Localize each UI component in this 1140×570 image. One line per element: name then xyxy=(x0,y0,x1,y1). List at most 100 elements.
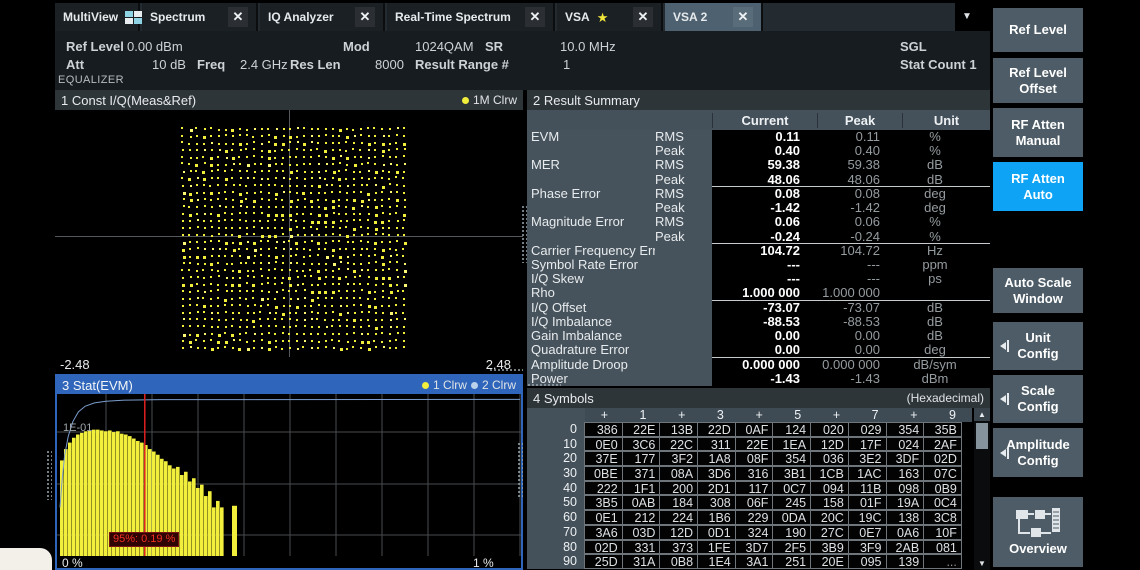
constellation-point xyxy=(309,255,311,257)
scroll-up-icon[interactable]: ▲ xyxy=(974,408,990,421)
scrollbar-thumb[interactable] xyxy=(976,423,988,449)
constellation-point xyxy=(340,261,342,263)
constellation-plot[interactable] xyxy=(55,110,523,357)
trace2-label: 2 Clrw xyxy=(482,378,516,392)
tab-overflow-chevron-down-icon[interactable]: ▼ xyxy=(962,11,972,22)
constellation-point xyxy=(289,178,291,180)
constellation-point xyxy=(219,149,221,151)
constellation-point xyxy=(374,291,376,293)
constellation-point xyxy=(345,178,347,180)
splitter-handle[interactable] xyxy=(521,205,527,263)
constellation-point xyxy=(295,312,297,314)
constellation-point xyxy=(404,318,406,320)
splitter-handle[interactable] xyxy=(489,368,523,373)
constellation-point xyxy=(333,347,335,349)
softkey-overview[interactable]: Overview xyxy=(993,497,1083,567)
constellation-point xyxy=(396,134,398,136)
constellation-point xyxy=(324,305,326,307)
constellation-point xyxy=(197,276,199,278)
constellation-point xyxy=(310,275,312,277)
field-value-freq: 2.4 GHz xyxy=(240,57,288,72)
softkey-ref-level-offset[interactable]: Ref LevelOffset xyxy=(993,58,1083,103)
tab-multiview[interactable]: MultiView xyxy=(55,3,140,31)
symbol-cell: 158 xyxy=(810,495,849,510)
constellation-point xyxy=(368,348,371,351)
symbols-row-40: 402221F12002D11170C709411B0980B9 xyxy=(527,481,974,496)
softkey-scale-config[interactable]: ScaleConfig xyxy=(993,375,1083,423)
symbol-cell: 184 xyxy=(659,495,698,510)
constellation-point xyxy=(224,212,226,214)
constellation-point xyxy=(252,270,254,272)
symbol-cell: 190 xyxy=(772,525,811,540)
constellation-point xyxy=(240,177,242,179)
constellation-point xyxy=(368,255,370,257)
constellation-point xyxy=(332,163,334,165)
constellation-point xyxy=(210,263,213,266)
constellation-point xyxy=(189,291,191,293)
constellation-point xyxy=(361,200,364,203)
constellation-point xyxy=(396,205,398,207)
constellation-point xyxy=(381,191,383,193)
tab-real-time-spectrum[interactable]: Real-Time Spectrum✕ xyxy=(387,3,555,31)
field-label-mod: Mod xyxy=(343,39,370,54)
constellation-point xyxy=(274,136,277,139)
constellation-point xyxy=(189,304,191,306)
constellation-point xyxy=(332,142,334,144)
constellation-point xyxy=(282,313,285,316)
softkey-ref-level[interactable]: Ref Level xyxy=(993,8,1083,52)
constellation-point xyxy=(197,290,199,292)
constellation-point xyxy=(245,212,247,214)
tab-close-icon[interactable]: ✕ xyxy=(525,7,545,27)
constellation-point xyxy=(203,311,205,313)
constellation-point xyxy=(253,233,255,235)
constellation-point xyxy=(325,142,327,144)
constellation-point xyxy=(354,276,356,278)
symbol-cell: 11B xyxy=(848,481,887,496)
symbols-scrollbar[interactable]: ▲ ▼ xyxy=(974,408,990,570)
constellation-point xyxy=(366,248,368,250)
tab-close-icon[interactable]: ✕ xyxy=(733,7,753,27)
symbols-row-30: 300BE37108A3D63163B11CB1AC16307C xyxy=(527,466,974,481)
tab-close-icon[interactable]: ✕ xyxy=(633,7,653,27)
symbols-col-header: 3 xyxy=(701,408,740,422)
splitter-handle[interactable] xyxy=(527,383,561,388)
constellation-point xyxy=(282,255,284,257)
constellation-point xyxy=(403,143,406,146)
tab-spectrum[interactable]: Spectrum✕ xyxy=(142,3,258,31)
constellation-point xyxy=(317,312,319,314)
tab-iq-analyzer[interactable]: IQ Analyzer✕ xyxy=(260,3,385,31)
constellation-point xyxy=(252,136,254,138)
tab-close-icon[interactable]: ✕ xyxy=(355,7,375,27)
constellation-point xyxy=(282,233,284,235)
current-value: --- xyxy=(712,258,800,272)
tab-vsa-2[interactable]: VSA 2✕ xyxy=(665,3,763,31)
softkey-rf-atten-auto[interactable]: RF AttenAuto xyxy=(993,162,1083,211)
constellation-point xyxy=(210,290,212,292)
softkey-amplitude-config[interactable]: AmplitudeConfig xyxy=(993,428,1083,477)
constellation-point xyxy=(181,156,183,158)
percentile-marker-label: 95%: 0.19 % xyxy=(109,532,179,547)
constellation-point xyxy=(261,212,263,214)
constellation-point xyxy=(375,192,377,194)
constellation-point xyxy=(318,234,320,236)
constellation-point xyxy=(253,340,255,342)
constellation-point xyxy=(332,333,334,335)
constellation-point xyxy=(367,298,369,300)
constellation-point xyxy=(246,192,248,194)
constellation-point xyxy=(239,333,241,335)
splitter-handle[interactable] xyxy=(517,442,523,498)
softkey-auto-scale-window[interactable]: Auto ScaleWindow xyxy=(993,268,1083,313)
evm-histogram-plot[interactable]: 1E-01 95%: 0.19 % xyxy=(57,394,521,556)
scroll-down-icon[interactable]: ▼ xyxy=(974,557,990,569)
tab-close-icon[interactable]: ✕ xyxy=(228,7,248,27)
current-value: -1.42 xyxy=(712,201,800,215)
constellation-point xyxy=(374,242,377,245)
softkey-unit-config[interactable]: UnitConfig xyxy=(993,322,1083,370)
constellation-point xyxy=(360,319,362,321)
tab-vsa[interactable]: VSA★✕ xyxy=(557,3,663,31)
constellation-point xyxy=(318,135,320,137)
splitter-handle[interactable] xyxy=(46,450,52,500)
constellation-point xyxy=(188,206,190,208)
constellation-point xyxy=(259,318,261,320)
softkey-rf-atten-manual[interactable]: RF AttenManual xyxy=(993,108,1083,157)
